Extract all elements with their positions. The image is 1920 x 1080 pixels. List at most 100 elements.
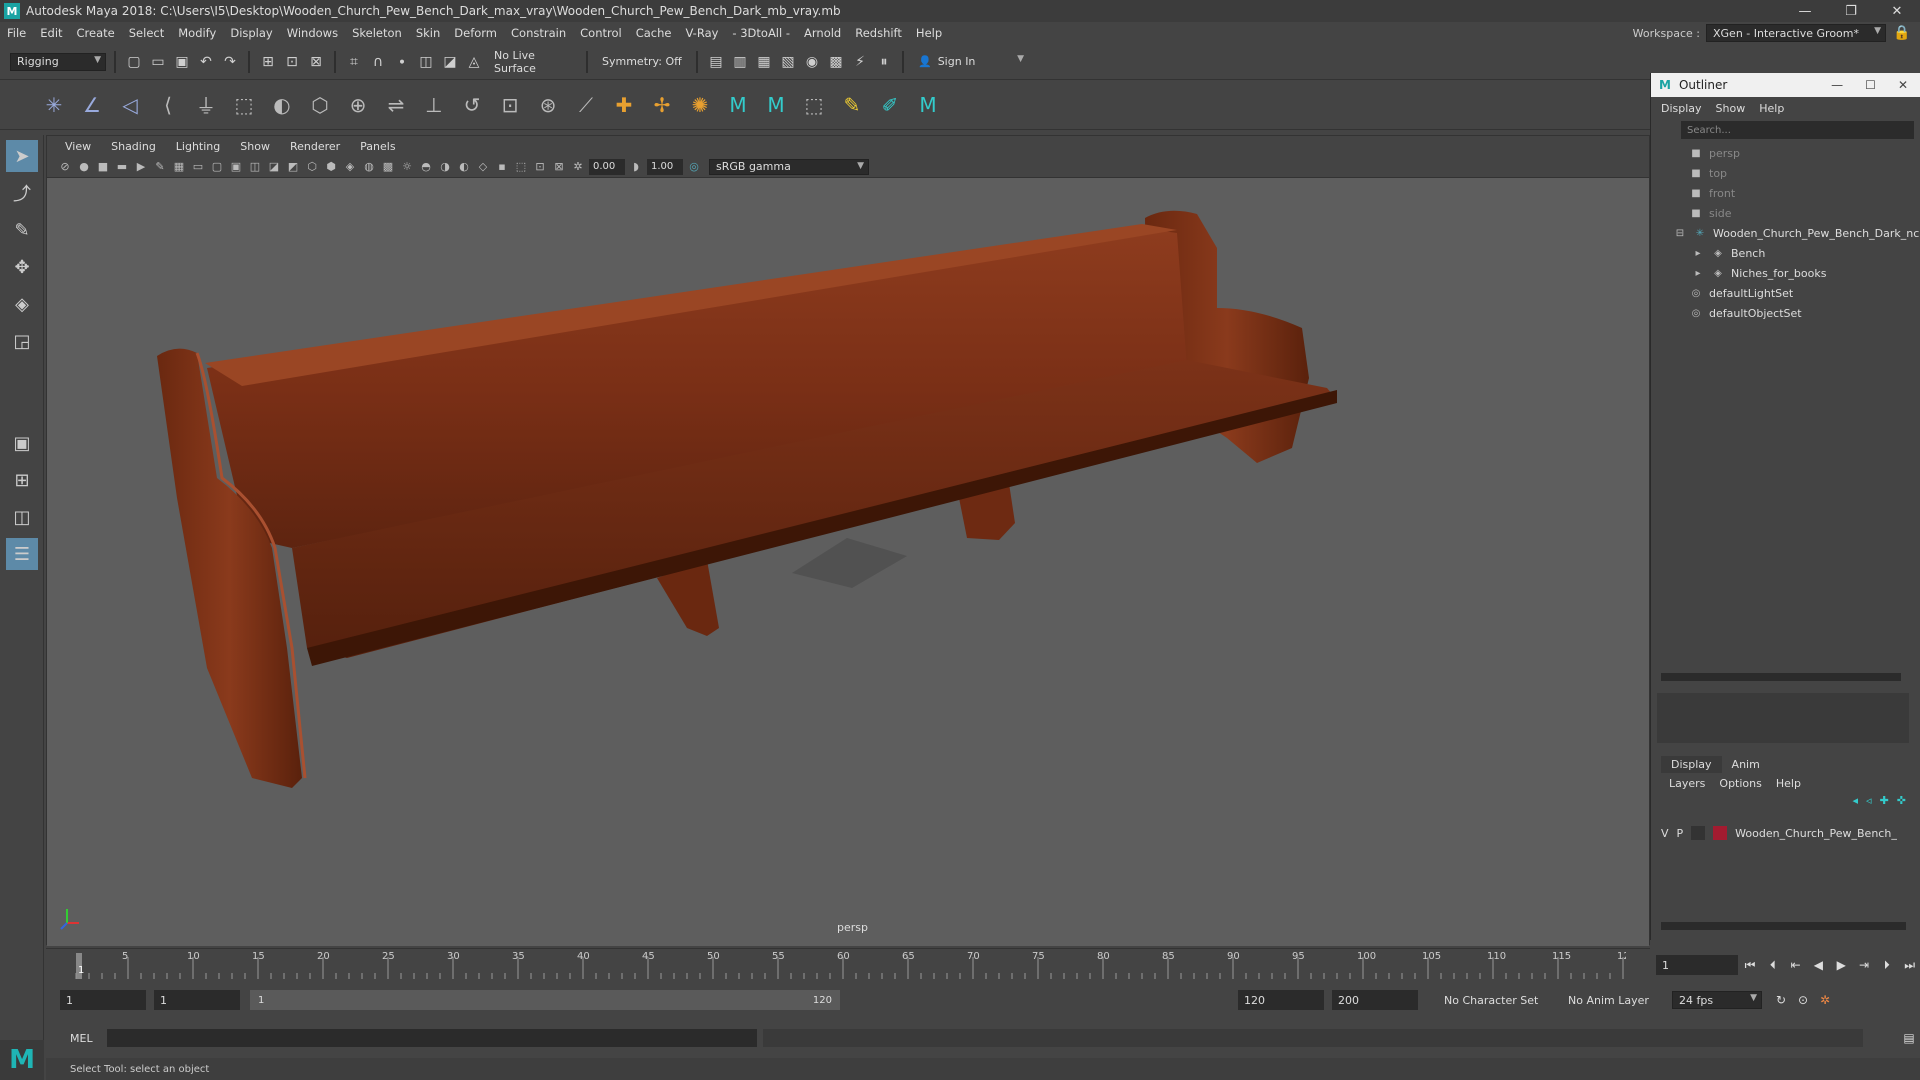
mirror-joint-icon[interactable]: ⏚ (192, 91, 220, 119)
layer-menu-options[interactable]: Options (1719, 777, 1761, 790)
rotate-tool-icon[interactable]: ◈ (6, 288, 38, 320)
outliner-item-persp[interactable]: ■ persp (1651, 143, 1920, 163)
quick-rig-icon[interactable]: ✎ (838, 91, 866, 119)
gamma-field[interactable]: 1.00 (647, 158, 683, 175)
expand-icon[interactable]: ▸ (1691, 268, 1705, 279)
menu-edit[interactable]: Edit (33, 26, 69, 40)
aim-constraint-icon[interactable]: ⊛ (534, 91, 562, 119)
vray-ipr-icon[interactable]: ⚡ (850, 52, 870, 72)
blank-shelf-icon[interactable]: ⬚ (800, 91, 828, 119)
menu-deform[interactable]: Deform (447, 26, 504, 40)
outliner-item-top[interactable]: ■ top (1651, 163, 1920, 183)
paint-weights-icon[interactable]: ◐ (268, 91, 296, 119)
sign-in-dropdown[interactable]: 👤 Sign In ▼ (912, 52, 1028, 71)
cmd-language-label[interactable]: MEL (46, 1032, 107, 1045)
snap-grid-icon[interactable]: ⌗ (344, 52, 364, 72)
joint-tool-icon[interactable]: ✳ (40, 91, 68, 119)
menu-arnold[interactable]: Arnold (797, 26, 848, 40)
step-back-icon[interactable]: ⏴ (1762, 955, 1783, 975)
select-tool-icon[interactable]: ➤ (6, 140, 38, 172)
scale-constraint-icon[interactable]: ⊡ (496, 91, 524, 119)
maya-script-3-icon[interactable]: M (914, 91, 942, 119)
point-constraint-icon[interactable]: ⊥ (420, 91, 448, 119)
menu-help[interactable]: Help (909, 26, 949, 40)
outliner-layout-icon[interactable]: ☰ (6, 538, 38, 570)
scale-tool-icon[interactable]: ◲ (6, 325, 38, 357)
render-settings-icon[interactable]: ▧ (778, 52, 798, 72)
current-frame-field[interactable]: 1 (1656, 955, 1738, 975)
color-space-dropdown[interactable]: sRGB gamma ▼ (709, 158, 869, 175)
viewport-canvas[interactable] (47, 178, 1649, 946)
layer-menu-layers[interactable]: Layers (1669, 777, 1705, 790)
bind-skin-icon[interactable]: ⬚ (230, 91, 258, 119)
layer-color-swatch[interactable] (1713, 826, 1728, 840)
workspace-dropdown[interactable]: XGen - Interactive Groom* ▼ (1706, 24, 1886, 42)
ambient-occlusion-icon[interactable]: ◑ (437, 159, 453, 175)
menu-constrain[interactable]: Constrain (504, 26, 573, 40)
close-button[interactable]: ✕ (1874, 4, 1920, 19)
hypershade-icon[interactable]: ◉ (802, 52, 822, 72)
time-ruler[interactable]: 5 10 15 20 25 30 35 40 45 50 55 60 65 70 75 80 85 90 95 100… (66, 949, 1636, 983)
xray-active-icon[interactable]: ⊠ (551, 159, 567, 175)
shadows-icon[interactable]: ◓ (418, 159, 434, 175)
menu-display[interactable]: Display (223, 26, 279, 40)
outliner-item-front[interactable]: ■ front (1651, 183, 1920, 203)
cluster-icon[interactable]: ⊕ (344, 91, 372, 119)
go-to-start-icon[interactable]: ⏮ (1740, 955, 1761, 975)
layer-menu-help[interactable]: Help (1776, 777, 1801, 790)
orient-constraint-icon[interactable]: ↺ (458, 91, 486, 119)
play-forward-icon[interactable]: ▶ (1831, 955, 1852, 975)
menu-select[interactable]: Select (122, 26, 171, 40)
panel-menu-lighting[interactable]: Lighting (168, 140, 228, 153)
gamma-icon[interactable]: ◗ (628, 159, 644, 175)
outliner-close-button[interactable]: ✕ (1898, 78, 1908, 92)
new-layer-icon[interactable]: ✚ (1880, 794, 1889, 807)
safe-action-icon[interactable]: ◪ (266, 159, 282, 175)
outliner-item-niches[interactable]: ▸ ◈ Niches_for_books (1651, 263, 1920, 283)
step-back-key-icon[interactable]: ⇤ (1785, 955, 1806, 975)
exposure-icon[interactable]: ✲ (570, 159, 586, 175)
panel-menu-shading[interactable]: Shading (103, 140, 164, 153)
menu-modify[interactable]: Modify (171, 26, 223, 40)
snap-point-icon[interactable]: ∙ (392, 52, 412, 72)
outliner-menu-help[interactable]: Help (1759, 102, 1784, 115)
ik-handle-icon[interactable]: ∠ (78, 91, 106, 119)
twod-pan-icon[interactable]: ▶ (133, 159, 149, 175)
render-frame-icon[interactable]: ▥ (730, 52, 750, 72)
menuset-dropdown[interactable]: Rigging ▼ (10, 52, 106, 71)
field-chart-icon[interactable]: ◫ (247, 159, 263, 175)
menu-3dtoall[interactable]: - 3DtoAll - (725, 26, 797, 40)
command-input[interactable] (106, 1029, 757, 1047)
outliner-menu-display[interactable]: Display (1661, 102, 1702, 115)
resolution-gate-icon[interactable]: ▢ (209, 159, 225, 175)
two-view-icon[interactable]: ◫ (6, 501, 38, 533)
layer-playback-toggle[interactable]: P (1677, 827, 1684, 840)
layer-row[interactable]: V P Wooden_Church_Pew_Bench_ (1661, 823, 1912, 843)
smooth-shade-icon[interactable]: ⬢ (323, 159, 339, 175)
animation-end-field[interactable]: 200 (1332, 990, 1418, 1010)
step-forward-key-icon[interactable]: ⇥ (1854, 955, 1875, 975)
layer-type-toggle[interactable] (1691, 826, 1706, 840)
fps-dropdown[interactable]: 24 fps ▼ (1672, 991, 1762, 1009)
panel-menu-panels[interactable]: Panels (352, 140, 403, 153)
preferences-icon[interactable]: ✲ (1814, 990, 1836, 1010)
select-component-icon[interactable]: ⊠ (306, 52, 326, 72)
move-tool-icon[interactable]: ✥ (6, 251, 38, 283)
render-view-icon[interactable]: ▤ (706, 52, 726, 72)
anti-alias-icon[interactable]: ◇ (475, 159, 491, 175)
select-hierarchy-icon[interactable]: ⊞ (258, 52, 278, 72)
outliner-menu-show[interactable]: Show (1716, 102, 1746, 115)
panel-menu-renderer[interactable]: Renderer (282, 140, 348, 153)
undo-icon[interactable]: ↶ (196, 52, 216, 72)
textured-icon[interactable]: ▩ (380, 159, 396, 175)
menu-skeleton[interactable]: Skeleton (345, 26, 409, 40)
save-scene-icon[interactable]: ▣ (172, 52, 192, 72)
menu-skin[interactable]: Skin (409, 26, 447, 40)
layer-move-up-icon[interactable]: ◂ (1853, 794, 1859, 807)
snap-view-icon[interactable]: ◫ (416, 52, 436, 72)
expand-icon[interactable]: ▸ (1691, 248, 1705, 259)
vray-render-icon[interactable]: ▩ (826, 52, 846, 72)
anim-layer-dropdown[interactable]: No Anim Layer (1562, 991, 1662, 1009)
gate-mask-icon[interactable]: ▣ (228, 159, 244, 175)
humanik-icon[interactable]: ✺ (686, 91, 714, 119)
